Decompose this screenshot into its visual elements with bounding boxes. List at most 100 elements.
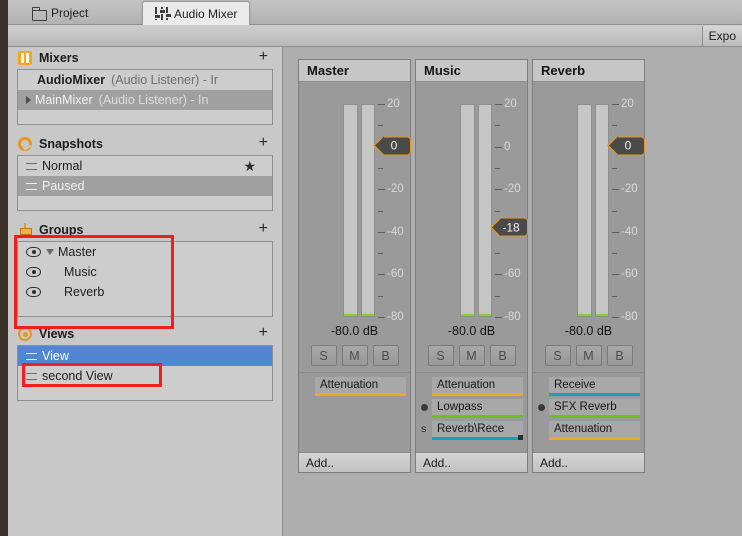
mixer-name: MainMixer (35, 93, 93, 107)
chevron-right-icon[interactable] (26, 96, 31, 104)
add-snapshot-button[interactable]: + (259, 135, 268, 151)
effect-slot[interactable]: Receive (537, 377, 640, 396)
mixer-strip-master: Master 20 0 -20 -40 (298, 59, 411, 473)
mixer-strip-music: Music 20 0 -20 -40 - (415, 59, 528, 473)
visibility-eye-icon[interactable] (26, 287, 41, 297)
strip-title-master[interactable]: Master (299, 60, 410, 82)
solo-mute-bypass-group: S M B (533, 345, 644, 366)
tick-label: 20 (504, 98, 517, 110)
drag-handle-icon[interactable] (26, 162, 37, 170)
tick-label: -80 (621, 311, 638, 323)
level-readout: -80.0 dB (564, 324, 613, 338)
tick-label: -40 (621, 225, 638, 238)
tick-label: 0 (504, 140, 511, 153)
drag-handle-icon[interactable] (26, 182, 37, 190)
view-item-second-view[interactable]: second View (18, 366, 272, 386)
tab-bar: Project Audio Mixer (8, 0, 742, 25)
group-name: Reverb (64, 285, 105, 299)
group-item-reverb[interactable]: Reverb (18, 282, 272, 302)
add-view-button[interactable]: + (259, 325, 268, 341)
effect-color-bar (549, 437, 640, 440)
add-effect-button-master[interactable]: Add.. (299, 452, 410, 472)
bypass-button[interactable]: B (372, 345, 399, 366)
visibility-eye-icon[interactable] (26, 267, 41, 277)
section-header-groups: Groups + (8, 219, 282, 241)
list-padding (18, 386, 272, 400)
list-padding (18, 110, 272, 124)
view-item-view[interactable]: View (18, 346, 272, 366)
group-name: Master (58, 245, 97, 259)
section-header-snapshots: Snapshots + (8, 133, 282, 155)
effect-slot[interactable]: Attenuation (537, 421, 640, 440)
add-group-button[interactable]: + (259, 221, 268, 237)
effect-name: Attenuation (549, 421, 640, 437)
resize-handle[interactable] (518, 435, 523, 440)
mixer-strip-reverb: Reverb 20 0 -20 -40 (532, 59, 645, 473)
mute-button[interactable]: M (575, 345, 602, 366)
mute-button[interactable]: M (341, 345, 368, 366)
star-icon[interactable]: ★ (243, 158, 256, 175)
solo-button[interactable]: S (544, 345, 571, 366)
list-item-mainmixer[interactable]: MainMixer (Audio Listener) - In (18, 90, 272, 110)
strip-title-music[interactable]: Music (416, 60, 527, 82)
section-title-mixers: Mixers (39, 51, 79, 65)
group-item-music[interactable]: Music (18, 262, 272, 282)
visibility-eye-icon[interactable] (26, 247, 41, 257)
effect-enabled-dot-icon[interactable] (421, 404, 428, 411)
mixer-toolbar: Expo (8, 25, 742, 47)
volume-fader-reverb[interactable]: 0 (609, 136, 645, 156)
views-icon (18, 327, 32, 341)
snapshots-icon (18, 137, 32, 151)
solo-button[interactable]: S (310, 345, 337, 366)
list-item-paused[interactable]: Paused (18, 176, 272, 196)
effect-enabled-dot-icon[interactable] (538, 404, 545, 411)
tick-label: -60 (387, 268, 404, 281)
view-name: second View (42, 369, 113, 383)
volume-fader-music[interactable]: -18 (492, 217, 528, 237)
add-effect-button-music[interactable]: Add.. (416, 452, 527, 472)
effect-slot[interactable]: SFX Reverb (537, 399, 640, 418)
db-scale: 20 0 -20 -40 -60 -80 (495, 98, 529, 323)
mute-button[interactable]: M (458, 345, 485, 366)
level-meter-right (360, 104, 375, 317)
level-readout: -80.0 dB (447, 324, 496, 338)
volume-fader-master[interactable]: 0 (375, 136, 411, 156)
drag-handle-icon[interactable] (26, 352, 37, 360)
mixer-detail: (Audio Listener) - Ir (111, 73, 219, 87)
exposed-parameters-button[interactable]: Expo (701, 26, 742, 46)
strip-title-reverb[interactable]: Reverb (533, 60, 644, 82)
fader-arrow-icon (492, 218, 501, 236)
level-meter-left (460, 104, 475, 317)
list-padding (18, 302, 272, 316)
effect-slot[interactable]: s Reverb\Rece (420, 421, 523, 440)
bypass-button[interactable]: B (606, 345, 633, 366)
effect-color-bar (549, 415, 640, 418)
fader-arrow-icon (375, 136, 384, 155)
add-effect-button-reverb[interactable]: Add.. (533, 452, 644, 472)
bypass-button[interactable]: B (489, 345, 516, 366)
effect-slot[interactable]: Attenuation (303, 377, 406, 396)
tab-project[interactable]: Project (20, 1, 100, 25)
effect-color-bar (432, 415, 523, 418)
add-mixer-button[interactable]: + (259, 49, 268, 65)
effect-color-bar (432, 437, 523, 440)
effect-slot[interactable]: Lowpass (420, 399, 523, 418)
effect-slot[interactable]: Attenuation (420, 377, 523, 396)
list-item-normal[interactable]: Normal ★ (18, 156, 272, 176)
group-item-master[interactable]: Master (18, 242, 272, 262)
tick-label: -40 (387, 225, 404, 238)
list-item-audiomixer[interactable]: AudioMixer (Audio Listener) - Ir (18, 70, 272, 90)
chevron-down-icon[interactable] (46, 249, 54, 255)
tick-label: 20 (387, 98, 400, 110)
tick-label: -80 (387, 311, 404, 323)
drag-handle-icon[interactable] (26, 372, 37, 380)
mixers-list: AudioMixer (Audio Listener) - Ir MainMix… (17, 69, 273, 125)
effect-name: Attenuation (432, 377, 523, 393)
tab-audio-mixer[interactable]: Audio Mixer (142, 1, 251, 25)
effect-name: Lowpass (432, 399, 523, 415)
tick-label: -20 (504, 183, 521, 196)
tick-label: -20 (387, 183, 404, 196)
mixers-icon (18, 51, 32, 65)
effects-list: Attenuation Lowpass s Reverb\Rece (416, 373, 527, 440)
solo-button[interactable]: S (427, 345, 454, 366)
